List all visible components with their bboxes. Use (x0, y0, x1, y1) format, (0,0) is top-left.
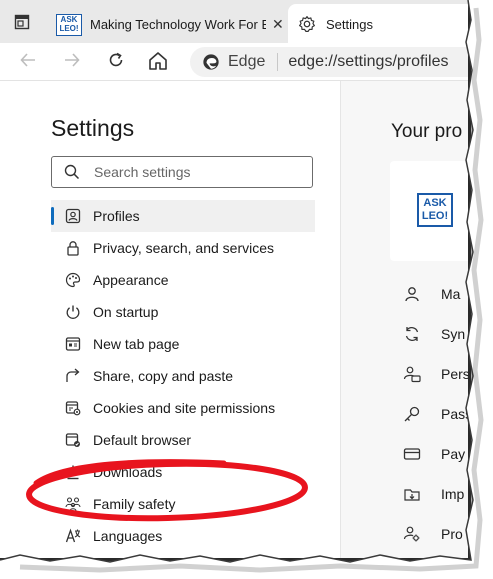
address-brand: Edge (228, 53, 266, 70)
arrow-right-icon (65, 53, 80, 67)
personal-info-icon (403, 366, 421, 383)
home-button[interactable] (147, 50, 169, 70)
close-icon[interactable]: ✕ (272, 16, 284, 33)
home-icon (149, 52, 167, 70)
arrow-left-icon (20, 53, 35, 67)
address-url: edge://settings/profiles (288, 53, 449, 70)
profile-menu-label: Pro (441, 526, 463, 542)
tab-title: Making Technology Work For Everyone (90, 17, 266, 32)
profile-menu-label: Pass (441, 406, 471, 422)
section-heading: Your pro (391, 121, 463, 142)
lock-icon (65, 240, 81, 256)
profile-menu-item-payment[interactable]: Pay (403, 443, 465, 465)
navigation-bar: Edge edge://settings/profiles (0, 43, 468, 81)
sidebar-item-new-tab-page[interactable]: New tab page (51, 328, 315, 360)
profile-card-icon (65, 208, 81, 224)
sidebar-item-label: On startup (93, 304, 159, 320)
profile-menu-item-personal-info[interactable]: Pers (403, 363, 470, 385)
address-divider (277, 53, 279, 71)
palette-icon (65, 272, 81, 288)
sidebar-item-label: Languages (93, 528, 163, 544)
browser-window: ASK LEO! Making Technology Work For Ever… (0, 0, 471, 561)
person-icon (405, 287, 419, 302)
profile-menu-label: Pay (441, 446, 466, 462)
profile-menu-item-import[interactable]: Imp (403, 483, 464, 505)
forward-button[interactable] (61, 51, 83, 71)
search-icon (64, 164, 80, 180)
card-icon (403, 448, 421, 460)
profile-menu-label: Pers (441, 366, 470, 382)
tab-settings[interactable]: Settings (288, 4, 468, 44)
languages-icon (65, 528, 81, 544)
profile-menu-label: Ma (441, 286, 461, 302)
address-bar[interactable]: Edge edge://settings/profiles (190, 47, 468, 77)
tab-title: Settings (326, 16, 373, 32)
profile-card[interactable]: ASK LEO! (390, 161, 468, 261)
sidebar-item-default-browser[interactable]: Default browser (51, 424, 315, 456)
search-input[interactable]: Search settings (51, 156, 313, 188)
import-icon (404, 489, 420, 501)
profile-menu-item-preferences[interactable]: Pro (403, 523, 463, 545)
sidebar-item-share-copy-paste[interactable]: Share, copy and paste (51, 360, 315, 392)
power-icon (65, 304, 81, 320)
sidebar-item-label: New tab page (93, 336, 180, 352)
share-icon (65, 368, 81, 384)
sidebar-item-label: Profiles (93, 208, 140, 224)
sidebar-item-label: Cookies and site permissions (93, 400, 276, 416)
profile-menu-item-manage[interactable]: Ma (403, 283, 460, 305)
profile-menu-item-passwords[interactable]: Pass (403, 403, 471, 425)
tab-strip: ASK LEO! Making Technology Work For Ever… (0, 0, 468, 44)
sidebar-item-cookies-site-permissions[interactable]: Cookies and site permissions (51, 392, 315, 424)
sidebar-item-label: Appearance (93, 272, 169, 288)
search-placeholder: Search settings (94, 164, 191, 180)
refresh-button[interactable] (105, 51, 127, 71)
sidebar-item-on-startup[interactable]: On startup (51, 296, 315, 328)
sidebar-item-label: Default browser (93, 432, 192, 448)
sidebar-item-label: Share, copy and paste (93, 368, 234, 384)
profile-settings-icon (403, 526, 420, 542)
profile-menu-item-sync[interactable]: Syn (403, 323, 465, 345)
page-title: Settings (51, 115, 135, 141)
sidebar-item-appearance[interactable]: Appearance (51, 264, 315, 296)
profiles-panel: Your pro ASK LEO! Ma Syn Pers Pass Pay I… (341, 81, 471, 558)
ask-leo-favicon: ASK LEO! (56, 13, 82, 36)
refresh-icon (109, 52, 123, 67)
sidebar-item-languages[interactable]: Languages (51, 520, 315, 552)
window-menu-icon[interactable] (14, 14, 30, 30)
gear-icon (299, 16, 315, 32)
ask-leo-logo: ASK LEO! (417, 193, 453, 227)
settings-sidebar: Settings Search settings Profiles Privac… (0, 81, 340, 558)
edge-logo-icon (203, 54, 219, 70)
key-icon (404, 406, 420, 422)
sync-icon (405, 327, 419, 341)
new-tab-icon (65, 336, 81, 352)
sidebar-item-privacy[interactable]: Privacy, search, and services (51, 232, 315, 264)
sidebar-item-profiles[interactable]: Profiles (51, 200, 315, 232)
profile-menu-label: Syn (441, 326, 466, 342)
sidebar-item-label: Privacy, search, and services (93, 240, 275, 256)
highlight-ellipse (26, 459, 308, 522)
tab-ask-leo[interactable]: ASK LEO! Making Technology Work For Ever… (46, 6, 284, 43)
cookies-permissions-icon (65, 400, 81, 416)
back-button[interactable] (17, 51, 39, 71)
profile-menu-label: Imp (441, 486, 465, 502)
default-browser-icon (65, 432, 81, 448)
